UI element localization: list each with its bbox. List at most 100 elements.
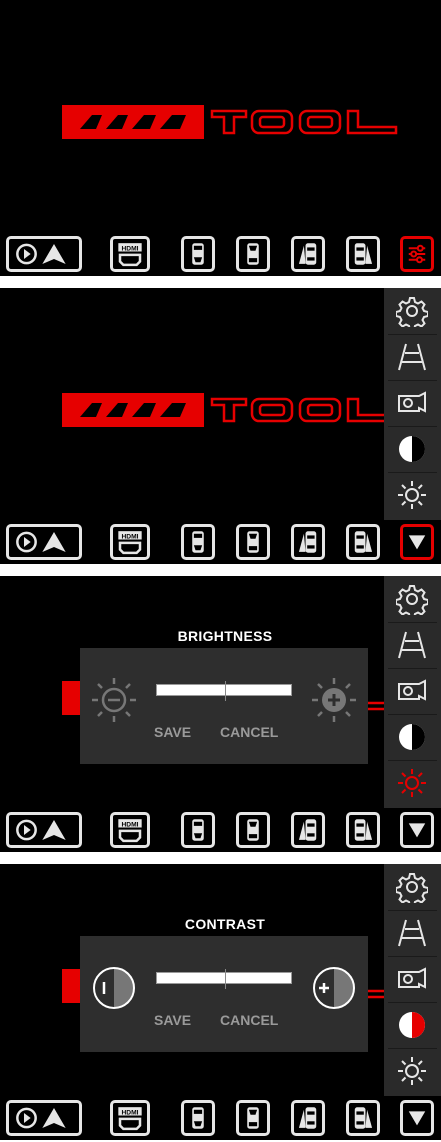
right-camera-button[interactable] bbox=[346, 812, 380, 848]
hdmi-button[interactable] bbox=[110, 1100, 150, 1136]
navtool-logo bbox=[62, 105, 402, 139]
rear-camera-icon bbox=[239, 527, 267, 557]
navigation-button[interactable] bbox=[6, 236, 82, 272]
front-camera-button[interactable] bbox=[181, 812, 215, 848]
left-camera-button[interactable] bbox=[291, 1100, 325, 1136]
side-menu bbox=[384, 576, 441, 808]
side-menu-brightness-active[interactable] bbox=[384, 760, 441, 806]
chevron-down-icon bbox=[403, 815, 431, 845]
screen-contrast: CONTRAST SAVE CANCEL bbox=[0, 864, 441, 1140]
contrast-icon bbox=[396, 1009, 428, 1041]
parking-lines-icon bbox=[396, 917, 428, 949]
contrast-plus-icon bbox=[306, 960, 362, 1016]
save-button[interactable]: SAVE bbox=[154, 1012, 191, 1028]
side-menu-general[interactable] bbox=[384, 864, 441, 910]
side-menu-contrast[interactable] bbox=[384, 714, 441, 760]
navigation-button[interactable] bbox=[6, 812, 82, 848]
rear-camera-icon bbox=[239, 815, 267, 845]
brightness-icon bbox=[396, 479, 428, 511]
left-camera-button[interactable] bbox=[291, 236, 325, 272]
hdmi-button[interactable] bbox=[110, 236, 150, 272]
camera-settings-icon bbox=[396, 387, 428, 419]
contrast-icon bbox=[396, 433, 428, 465]
brightness-plus-icon bbox=[306, 672, 362, 728]
side-menu-camera-settings[interactable] bbox=[384, 956, 441, 1002]
brightness-icon bbox=[396, 1055, 428, 1087]
screen-settings-menu bbox=[0, 288, 441, 564]
save-button[interactable]: SAVE bbox=[154, 724, 191, 740]
side-menu-parking-lines[interactable] bbox=[384, 334, 441, 380]
side-menu-brightness[interactable] bbox=[384, 1048, 441, 1094]
rear-camera-icon bbox=[239, 239, 267, 269]
right-camera-button[interactable] bbox=[346, 236, 380, 272]
side-menu-contrast-active[interactable] bbox=[384, 1002, 441, 1048]
brightness-dialog: SAVE CANCEL bbox=[80, 648, 368, 764]
front-camera-icon bbox=[184, 1103, 212, 1133]
contrast-slider[interactable] bbox=[156, 969, 292, 989]
parking-lines-icon bbox=[396, 629, 428, 661]
camera-settings-icon bbox=[396, 963, 428, 995]
slider-handle[interactable] bbox=[225, 969, 226, 989]
rear-camera-button[interactable] bbox=[236, 524, 270, 560]
right-camera-icon bbox=[349, 527, 377, 557]
brightness-increase-button[interactable] bbox=[306, 672, 362, 728]
side-menu-brightness[interactable] bbox=[384, 472, 441, 518]
right-camera-button[interactable] bbox=[346, 1100, 380, 1136]
settings-button[interactable] bbox=[400, 236, 434, 272]
dialog-title: BRIGHTNESS bbox=[177, 628, 273, 644]
gear-icon bbox=[396, 295, 428, 327]
hdmi-button[interactable] bbox=[110, 524, 150, 560]
side-menu-camera-settings[interactable] bbox=[384, 668, 441, 714]
right-camera-icon bbox=[349, 239, 377, 269]
collapse-menu-button[interactable] bbox=[400, 524, 434, 560]
contrast-increase-button[interactable] bbox=[306, 960, 362, 1016]
screen-home bbox=[0, 0, 441, 276]
gear-icon bbox=[396, 871, 428, 903]
hdmi-button[interactable] bbox=[110, 812, 150, 848]
front-camera-button[interactable] bbox=[181, 1100, 215, 1136]
contrast-icon bbox=[396, 721, 428, 753]
side-menu bbox=[384, 288, 441, 520]
hdmi-icon bbox=[113, 527, 147, 557]
brightness-minus-icon bbox=[86, 672, 142, 728]
slider-handle[interactable] bbox=[225, 681, 226, 701]
brightness-slider[interactable] bbox=[156, 681, 292, 701]
collapse-menu-button[interactable] bbox=[400, 1100, 434, 1136]
navigation-icon bbox=[9, 815, 79, 845]
navigation-button[interactable] bbox=[6, 524, 82, 560]
bottom-bar bbox=[0, 520, 441, 564]
side-menu-contrast[interactable] bbox=[384, 426, 441, 472]
brightness-decrease-button[interactable] bbox=[86, 672, 142, 728]
navigation-icon bbox=[9, 1103, 79, 1133]
side-menu-general[interactable] bbox=[384, 288, 441, 334]
collapse-menu-button[interactable] bbox=[400, 812, 434, 848]
navigation-icon bbox=[9, 527, 79, 557]
navigation-button[interactable] bbox=[6, 1100, 82, 1136]
chevron-down-icon bbox=[403, 527, 431, 557]
side-menu-parking-lines[interactable] bbox=[384, 622, 441, 668]
bottom-bar bbox=[0, 232, 441, 276]
left-camera-icon bbox=[294, 1103, 322, 1133]
rear-camera-button[interactable] bbox=[236, 1100, 270, 1136]
left-camera-button[interactable] bbox=[291, 812, 325, 848]
contrast-minus-icon bbox=[86, 960, 142, 1016]
camera-settings-icon bbox=[396, 675, 428, 707]
hdmi-icon bbox=[113, 1103, 147, 1133]
contrast-decrease-button[interactable] bbox=[86, 960, 142, 1016]
side-menu-camera-settings[interactable] bbox=[384, 380, 441, 426]
right-camera-button[interactable] bbox=[346, 524, 380, 560]
side-menu-parking-lines[interactable] bbox=[384, 910, 441, 956]
hdmi-icon bbox=[113, 815, 147, 845]
left-camera-button[interactable] bbox=[291, 524, 325, 560]
front-camera-button[interactable] bbox=[181, 236, 215, 272]
right-camera-icon bbox=[349, 1103, 377, 1133]
rear-camera-button[interactable] bbox=[236, 812, 270, 848]
rear-camera-icon bbox=[239, 1103, 267, 1133]
left-camera-icon bbox=[294, 815, 322, 845]
front-camera-button[interactable] bbox=[181, 524, 215, 560]
screen-brightness: BRIGHTNESS SAVE CANCEL bbox=[0, 576, 441, 852]
cancel-button[interactable]: CANCEL bbox=[220, 724, 278, 740]
side-menu-general[interactable] bbox=[384, 576, 441, 622]
cancel-button[interactable]: CANCEL bbox=[220, 1012, 278, 1028]
rear-camera-button[interactable] bbox=[236, 236, 270, 272]
